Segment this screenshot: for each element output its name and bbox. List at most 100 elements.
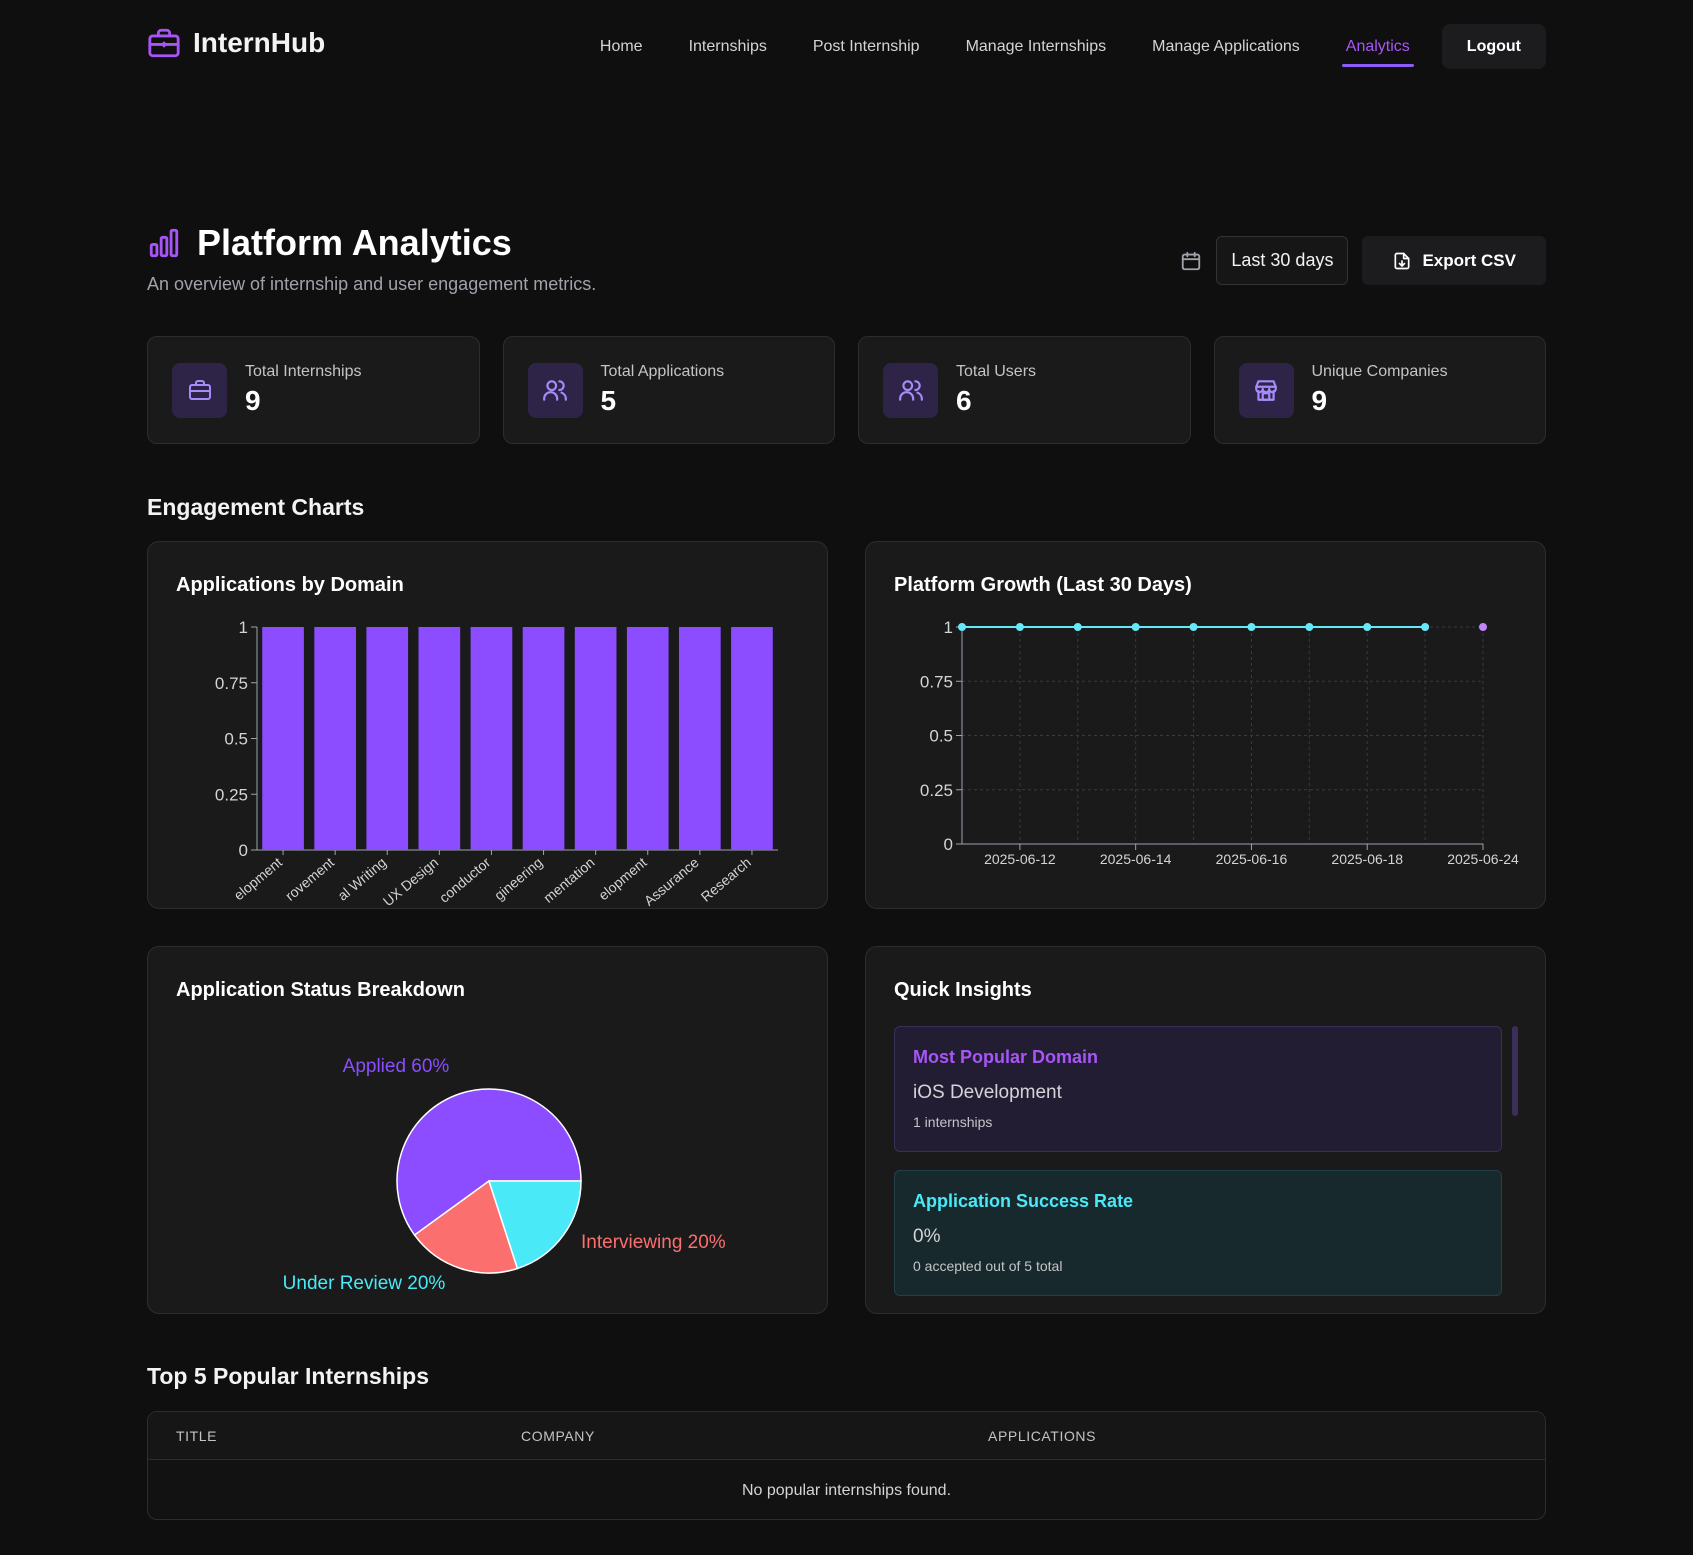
nav-manage-applications[interactable]: Manage Applications [1152,25,1300,69]
top-nav: InternHub Home Internships Post Internsh… [0,0,1693,92]
data-point [1247,623,1256,631]
stat-label: Total Users [956,363,1037,380]
panel-title: Quick Insights [894,979,1032,1001]
x-tick-label: 2025-06-24 [1447,851,1519,867]
insight-sub: 0 accepted out of 5 total [913,1258,1063,1274]
export-csv-button[interactable]: Export CSV [1362,236,1546,285]
bar [679,627,721,850]
bar-chart-icon [149,228,179,258]
nav-post-internship[interactable]: Post Internship [813,25,920,69]
stat-card-users: Total Users 6 [858,336,1191,444]
x-tick-label: gineering [491,854,545,903]
column-header-title: TITLE [176,1428,218,1444]
x-tick-label: 2025-06-18 [1331,851,1403,867]
stat-card-internships: Total Internships 9 [147,336,480,444]
application-status-chart: Applied 60% Interviewing 20% Under Review … [283,1056,726,1294]
x-tick-label: elopment [231,854,285,903]
y-tick-label: 0.75 [215,674,248,693]
stat-value: 9 [245,385,261,416]
users-icon [543,380,567,401]
stat-value: 9 [1311,385,1328,416]
stat-card-applications: Total Applications 5 [502,336,835,444]
table-header: TITLE COMPANY APPLICATIONS [148,1412,1545,1460]
briefcase-icon [188,380,211,400]
nav-analytics[interactable]: Analytics [1341,25,1414,69]
data-point [1363,623,1372,631]
nav-links: Home Internships Post Internship Manage … [554,24,1546,69]
bar [626,627,669,850]
platform-growth-chart: 0 0.25 0.5 0.75 1 2025-06-12 2025-06-14 2025-06… [920,618,1519,867]
bar [731,627,773,850]
bar [366,627,409,850]
data-point [1131,623,1140,631]
nav-manage-internships[interactable]: Manage Internships [966,25,1107,69]
stat-label: Total Applications [600,363,725,380]
y-tick-label: 1 [944,618,953,637]
page-subtitle: An overview of internship and user engag… [147,274,597,294]
data-point [1073,623,1082,631]
stat-card-companies: Unique Companies 9 [1213,336,1546,444]
export-csv-label: Export CSV [1422,250,1516,270]
users-icon [898,380,923,401]
column-header-company: COMPANY [521,1428,595,1444]
y-tick-label: 0.5 [224,730,248,749]
page-header: Platform Analytics An overview of intern… [147,222,596,295]
brand[interactable]: InternHub [147,26,325,60]
nav-internships[interactable]: Internships [689,25,767,69]
calendar-icon [1182,251,1201,270]
section-title-engagement: Engagement Charts [147,494,365,520]
insight-title: Application Success Rate [913,1191,1134,1211]
x-tick-label: Assurance [641,854,702,909]
y-tick-label: 0 [944,835,953,854]
file-download-icon [1394,252,1410,269]
x-tick-label: 2025-06-12 [984,851,1056,867]
insight-sub: 1 internships [913,1114,993,1130]
x-tick-label: UX Design [380,854,442,909]
insight-popular-domain: Most Popular Domain iOS Development 1 in… [894,1026,1502,1152]
y-tick-label: 0 [239,841,248,860]
x-tick-label: conductor [436,854,494,906]
data-point [1305,623,1314,631]
insight-value: 0% [913,1226,941,1247]
stat-cards: Total Internships 9 Total Applications 5… [147,336,1546,444]
y-tick-label: 0.25 [215,785,248,804]
quick-insights-panel: Quick Insights Most Popular Domain iOS D… [865,946,1546,1314]
insight-value: iOS Development [913,1082,1062,1103]
stat-label: Total Internships [245,363,362,380]
data-point [1421,623,1430,631]
briefcase-icon [148,28,180,58]
store-icon [1255,380,1277,401]
insight-success-rate: Application Success Rate 0% 0 accepted o… [894,1170,1502,1296]
bar [314,627,356,850]
brand-name: InternHub [193,27,326,58]
y-tick-label: 0.25 [920,781,953,800]
status-chart-panel: Application Status Breakdown Applied 60%… [147,946,828,1314]
growth-chart-panel: Platform Growth (Last 30 Days) 0 0.25 0.5 0… [865,541,1546,909]
logout-button[interactable]: Logout [1441,24,1546,69]
header-controls: Last 30 days Export CSV [1180,236,1546,285]
x-tick-label: rovement [282,854,337,904]
stat-value: 6 [956,385,972,416]
stat-value: 5 [600,385,617,416]
bar [470,627,513,850]
page-title: Platform Analytics [197,222,512,263]
domain-chart-panel: Applications by Domain 0 0.25 0.5 0.75 1 elop… [147,541,828,909]
table-empty-message: No popular internships found. [741,1482,952,1499]
y-tick-label: 0.75 [920,672,953,691]
scrollbar-thumb[interactable] [1512,1026,1518,1116]
column-header-applications: APPLICATIONS [988,1428,1097,1444]
x-tick-label: 2025-06-16 [1216,851,1288,867]
stat-label: Unique Companies [1311,363,1448,380]
bar [418,627,461,850]
bar [522,627,565,850]
pie-label: Applied 60% [343,1056,450,1077]
x-tick-label: 2025-06-14 [1100,851,1172,867]
bar [574,627,617,850]
date-range-select[interactable]: Last 30 days [1216,236,1349,285]
nav-home[interactable]: Home [600,25,643,69]
insight-title: Most Popular Domain [913,1047,1099,1067]
x-tick-label: mentation [540,854,597,906]
data-point [958,623,966,631]
y-tick-label: 1 [239,618,248,637]
bar [262,627,304,850]
